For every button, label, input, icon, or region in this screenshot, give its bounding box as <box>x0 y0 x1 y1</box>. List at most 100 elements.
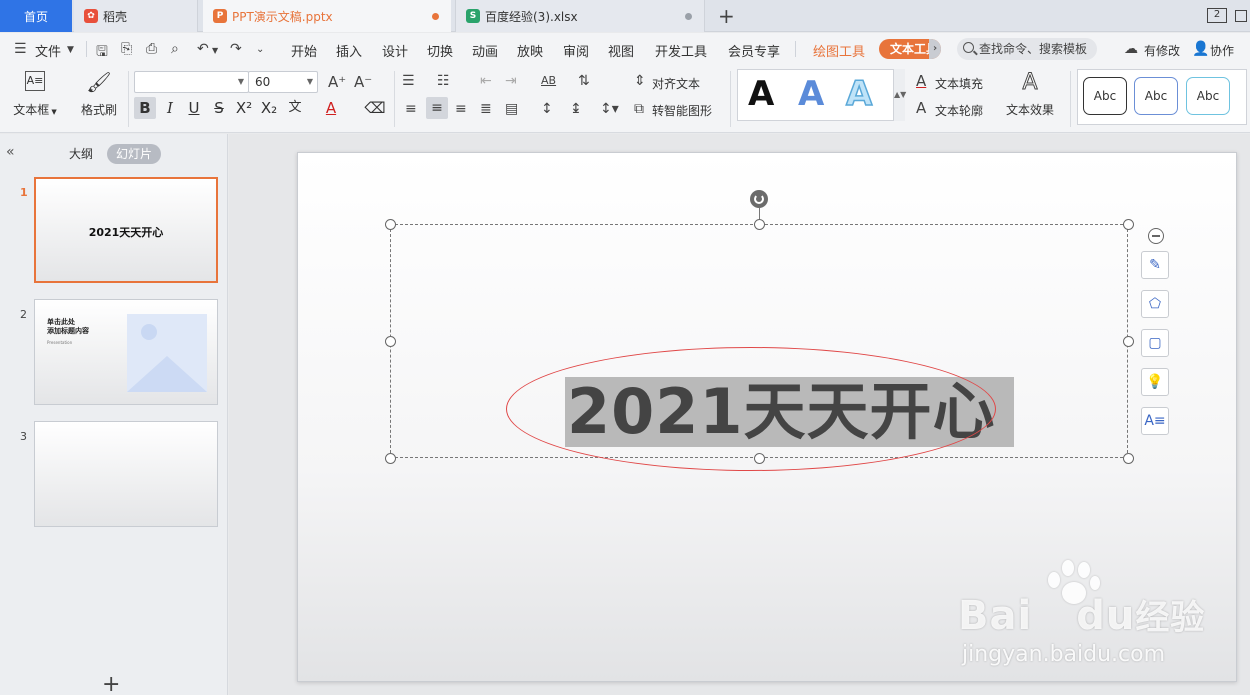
resize-handle-bottom-right[interactable] <box>1123 453 1134 464</box>
text-outline-icon[interactable]: A <box>916 99 926 117</box>
output-pdf-icon[interactable]: ⎘ <box>121 41 132 57</box>
float-brush-icon[interactable]: ✎ <box>1141 251 1169 279</box>
align-text-icon[interactable]: ⇕ <box>634 73 646 89</box>
slide-thumbnail-2[interactable]: 单击此处 添加标题内容 Presentation <box>34 299 218 405</box>
distributed-align-icon[interactable]: ▤ <box>505 101 518 117</box>
print-preview-icon[interactable]: ⌕ <box>171 41 179 57</box>
resize-handle-top[interactable] <box>754 219 765 230</box>
smart-shape-icon[interactable]: ⧉ <box>634 101 644 117</box>
menu-item-slideshow[interactable]: 放映 <box>517 41 543 60</box>
increase-indent-icon[interactable]: ⇥ <box>505 73 517 89</box>
menu-item-design[interactable]: 设计 <box>382 41 408 60</box>
numbered-list-icon[interactable]: ☷ <box>437 73 450 89</box>
wordart-gallery-more-icon[interactable]: ▲▼ <box>893 69 906 121</box>
text-fill-button[interactable]: 文本填充 <box>935 75 983 92</box>
align-right-icon[interactable]: ≡ <box>455 101 467 117</box>
superscript-button[interactable]: X² <box>233 97 255 119</box>
wordart-style-blue[interactable]: A <box>798 74 824 114</box>
resize-handle-bottom-left[interactable] <box>385 453 396 464</box>
tab-xls-document[interactable]: S 百度经验(3).xlsx <box>455 0 705 32</box>
menu-item-transition[interactable]: 切换 <box>427 41 453 60</box>
file-dropdown-chevron-icon[interactable]: ▼ <box>67 45 74 55</box>
window-count-badge[interactable]: 2 <box>1207 8 1227 23</box>
menu-item-insert[interactable]: 插入 <box>336 41 362 60</box>
tab-outline[interactable]: 大纲 <box>60 144 102 164</box>
add-slide-plus-icon[interactable]: + <box>102 672 120 695</box>
character-spacing-icon[interactable]: AB <box>541 74 556 87</box>
undo-icon[interactable]: ↶ <box>197 41 209 57</box>
tab-slides[interactable]: 幻灯片 <box>107 144 162 164</box>
tab-ppt-document[interactable]: P PPT演示文稿.pptx <box>203 0 451 32</box>
hamburger-menu-icon[interactable]: ☰ <box>14 41 27 57</box>
format-painter-button[interactable]: 🖌 格式刷 <box>76 71 122 118</box>
has-changes-label[interactable]: 有修改 <box>1144 42 1180 59</box>
tab-daoke[interactable]: ✿ 稻壳 <box>74 0 198 32</box>
wordart-style-outline[interactable]: A <box>845 73 873 115</box>
collapse-panel-icon[interactable]: « <box>6 144 15 160</box>
justify-icon[interactable]: ≣ <box>480 101 492 117</box>
decrease-indent-icon[interactable]: ⇤ <box>480 73 492 89</box>
rotate-handle-icon[interactable] <box>750 190 768 208</box>
text-outline-button[interactable]: 文本轮廓 <box>935 102 983 119</box>
line-spacing-dropdown-icon[interactable]: ↕▾ <box>600 101 619 117</box>
phonetic-guide-icon[interactable]: 文 <box>284 97 306 119</box>
underline-button[interactable]: U <box>183 97 205 119</box>
collapse-float-toolbar-icon[interactable] <box>1148 228 1164 244</box>
print-icon[interactable]: ⎙ <box>146 41 157 57</box>
float-outline-icon[interactable]: ▢ <box>1141 329 1169 357</box>
quick-access-more-icon[interactable]: ⌄ <box>256 44 264 55</box>
tab-scroll-right-icon[interactable]: › <box>929 39 941 59</box>
shape-style-cyan[interactable]: Abc <box>1186 77 1230 115</box>
menu-item-start[interactable]: 开始 <box>291 41 317 60</box>
resize-handle-left[interactable] <box>385 336 396 347</box>
textbox-button[interactable]: A≡ 文本框 ▼ <box>10 71 60 118</box>
text-tool-tab[interactable]: 文本工具 › <box>879 39 941 59</box>
float-text-format-icon[interactable]: A≡ <box>1141 407 1169 435</box>
align-left-icon[interactable]: ≡ <box>405 101 417 117</box>
shape-style-blue[interactable]: Abc <box>1134 77 1178 115</box>
convert-smart-shape-button[interactable]: 转智能图形 <box>652 102 712 119</box>
font-size-combo[interactable]: 60 ▼ <box>248 71 318 93</box>
slide-thumbnail-1[interactable]: 2021天天开心 <box>34 177 218 283</box>
resize-handle-top-left[interactable] <box>385 219 396 230</box>
bullet-list-icon[interactable]: ☰ <box>402 73 415 89</box>
text-fill-icon[interactable]: A <box>916 72 926 90</box>
strikethrough-button[interactable]: S <box>208 97 230 119</box>
cloud-sync-icon[interactable]: ☁ <box>1124 41 1138 57</box>
align-center-icon[interactable]: ≡ <box>426 97 448 119</box>
float-fill-bucket-icon[interactable]: ⬠ <box>1141 290 1169 318</box>
font-name-combo[interactable]: ▼ <box>134 71 249 93</box>
menu-item-member[interactable]: 会员专享 <box>728 41 780 60</box>
decrease-font-size-icon[interactable]: A⁻ <box>354 73 372 91</box>
slide-thumbnail-3[interactable] <box>34 421 218 527</box>
collaborate-button[interactable]: 协作 <box>1210 42 1234 59</box>
clear-format-eraser-icon[interactable]: ⌫ <box>364 97 386 119</box>
resize-handle-top-right[interactable] <box>1123 219 1134 230</box>
redo-icon[interactable]: ↷ <box>230 41 242 57</box>
menu-file[interactable]: 文件 <box>35 41 61 60</box>
italic-button[interactable]: I <box>159 97 181 119</box>
new-tab-plus-icon[interactable]: + <box>718 4 735 28</box>
text-direction-icon[interactable]: ⇅ <box>578 73 590 89</box>
undo-dropdown-icon[interactable]: ▼ <box>212 46 218 55</box>
shape-style-black[interactable]: Abc <box>1083 77 1127 115</box>
resize-handle-right[interactable] <box>1123 336 1134 347</box>
wordart-style-black[interactable]: A <box>748 74 774 114</box>
menu-item-review[interactable]: 审阅 <box>563 41 589 60</box>
collaborate-user-icon[interactable]: 👤 <box>1192 41 1209 57</box>
increase-font-size-icon[interactable]: A⁺ <box>328 73 346 91</box>
float-lightbulb-icon[interactable]: 💡 <box>1141 368 1169 396</box>
subscript-button[interactable]: X₂ <box>258 97 280 119</box>
tab-home[interactable]: 首页 <box>0 0 72 32</box>
bold-button[interactable]: B <box>134 97 156 119</box>
menu-item-developer[interactable]: 开发工具 <box>655 41 707 60</box>
align-text-button[interactable]: 对齐文本 <box>652 75 700 92</box>
command-search-box[interactable]: 查找命令、搜索模板 <box>957 38 1097 60</box>
line-spacing-icon[interactable]: ↨ <box>570 101 582 117</box>
menu-item-view[interactable]: 视图 <box>608 41 634 60</box>
font-color-icon[interactable]: A <box>320 97 342 119</box>
window-restore-icon[interactable] <box>1235 10 1247 22</box>
paragraph-spacing-icon[interactable]: ↕ <box>541 101 553 117</box>
text-effect-button[interactable]: A 文本效果 <box>1000 70 1060 118</box>
menu-item-animation[interactable]: 动画 <box>472 41 498 60</box>
